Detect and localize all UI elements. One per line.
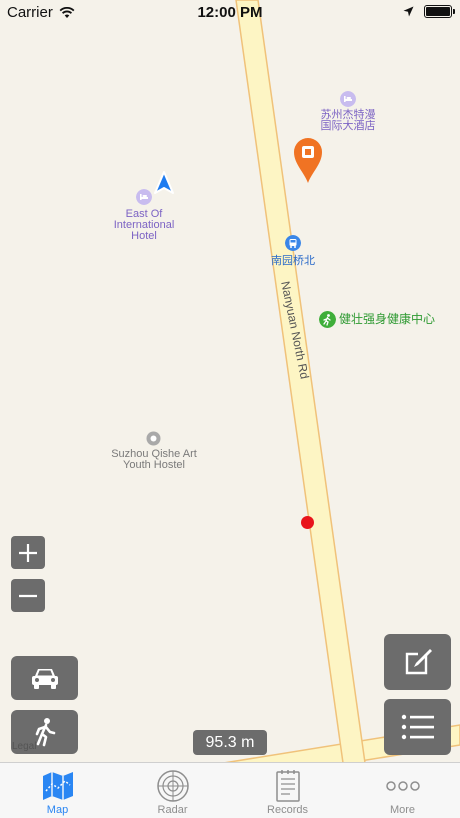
tab-records[interactable]: Records	[230, 763, 345, 818]
car-icon	[31, 669, 58, 689]
poi-label-youth-hostel[interactable]: Suzhou Qishe Art Youth Hostel	[94, 449, 214, 471]
track-point	[301, 516, 314, 529]
drive-mode-button[interactable]	[11, 656, 78, 700]
tab-label: More	[389, 804, 416, 816]
battery-icon	[424, 5, 455, 18]
poi-label-line: 南园桥北	[271, 255, 315, 267]
radar-icon	[156, 769, 190, 803]
zoom-out-button[interactable]	[11, 579, 45, 612]
edit-button[interactable]	[384, 634, 451, 690]
tab-label: Map	[46, 804, 69, 816]
bus-icon[interactable]	[285, 235, 301, 251]
fitness-icon[interactable]	[319, 311, 336, 328]
more-icon	[385, 769, 420, 803]
minus-icon	[19, 594, 37, 597]
poi-label-east-of-international[interactable]: East Of International Hotel	[100, 209, 188, 242]
hotel-icon[interactable]	[136, 189, 152, 205]
plus-icon	[19, 543, 37, 562]
tab-more[interactable]: More	[345, 763, 460, 818]
records-icon	[271, 769, 305, 803]
list-icon	[401, 714, 434, 740]
selected-pin-icon[interactable]	[292, 134, 324, 184]
legal-link[interactable]: Legal	[12, 741, 36, 752]
list-button[interactable]	[384, 699, 451, 755]
poi-label-line: Youth Hostel	[123, 459, 185, 471]
location-services-icon	[403, 6, 414, 17]
poi-label-suzhou-hotel[interactable]: 苏州杰特漫 国际大酒店	[308, 110, 388, 132]
scale-badge: 95.3 m	[193, 730, 267, 755]
tab-map[interactable]: Map	[0, 763, 115, 818]
edit-icon	[405, 649, 432, 675]
poi-label-line: 健壮强身健康中心	[339, 312, 436, 326]
map-icon	[41, 769, 75, 803]
tab-radar[interactable]: Radar	[115, 763, 230, 818]
tab-bar: Map Radar Records More	[0, 762, 460, 818]
tab-label: Records	[267, 804, 308, 816]
hostel-icon[interactable]	[146, 431, 161, 446]
status-bar: Carrier 12:00 PM	[0, 0, 460, 26]
tab-label: Radar	[157, 804, 188, 816]
poi-label-bus-stop[interactable]: 南园桥北	[258, 256, 328, 267]
location-arrow-icon	[154, 171, 174, 194]
zoom-in-button[interactable]	[11, 536, 45, 569]
poi-label-line: 国际大酒店	[320, 120, 376, 132]
status-right	[403, 5, 455, 18]
status-time: 12:00 PM	[197, 4, 263, 21]
poi-label-fitness-center[interactable]: 健壮强身健康中心	[339, 312, 449, 326]
poi-label-line: Hotel	[131, 230, 157, 242]
hotel-icon[interactable]	[340, 91, 356, 107]
